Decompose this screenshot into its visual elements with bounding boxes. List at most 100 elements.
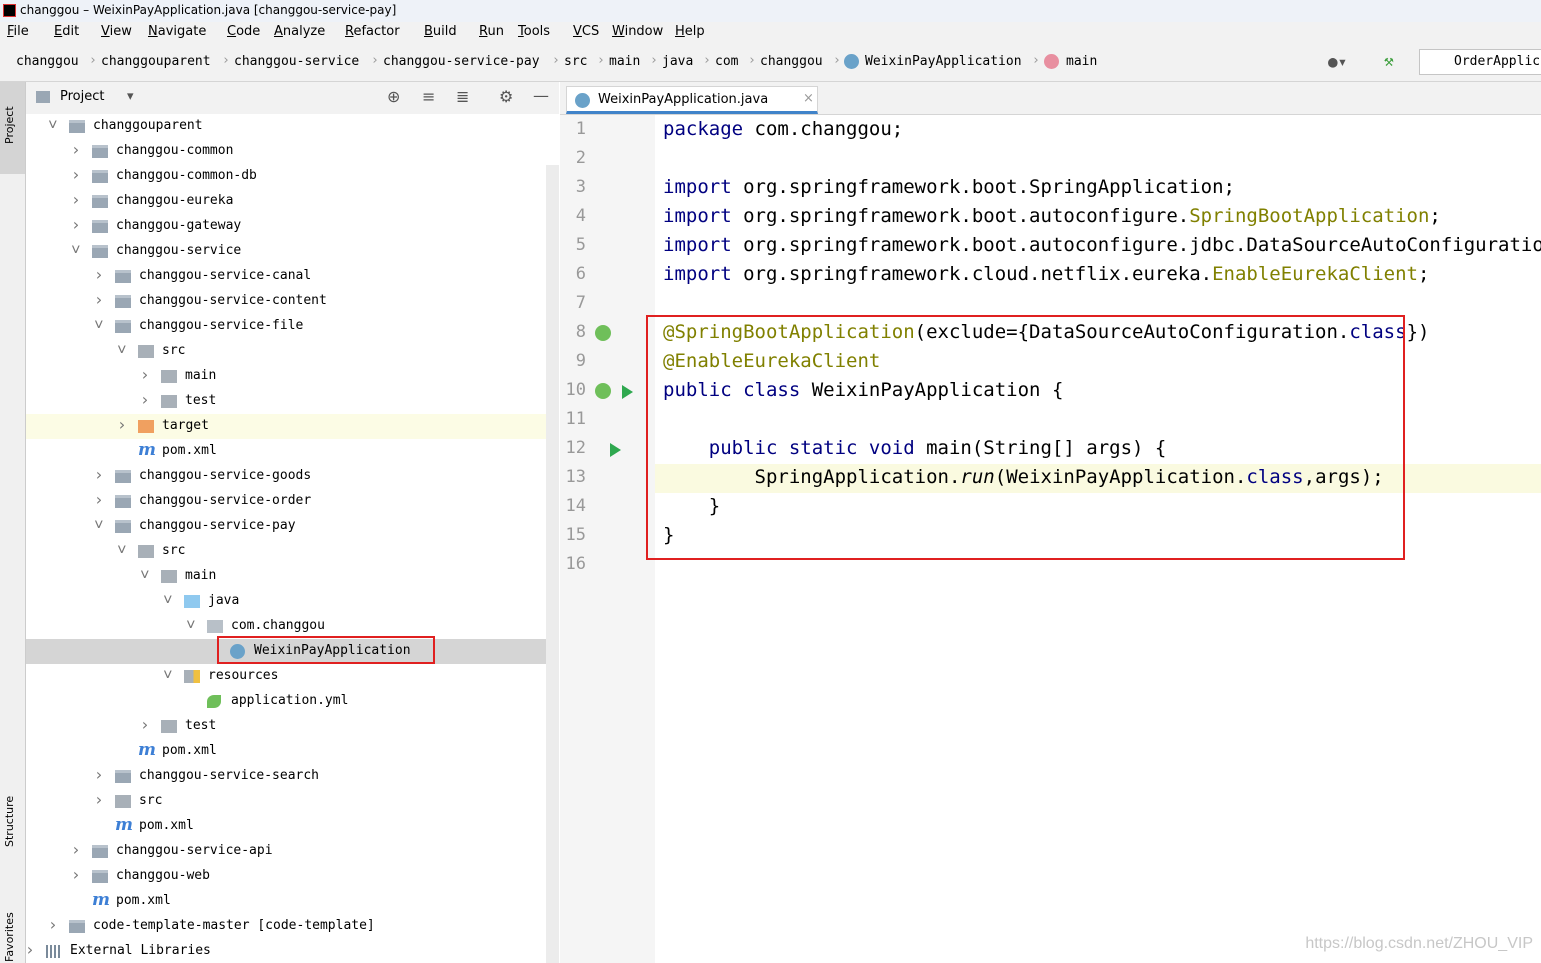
chevron-right-icon[interactable]: › (94, 290, 104, 309)
gear-icon[interactable]: ⚙ (499, 87, 513, 106)
chevron-down-icon[interactable]: ˅ (94, 315, 104, 334)
run-config-select[interactable]: OrderApplic (1419, 49, 1541, 75)
project-view-selector[interactable]: Project (60, 89, 104, 104)
tree-item[interactable]: › External Libraries (26, 939, 546, 963)
chevron-down-icon[interactable]: ▾ (127, 89, 134, 104)
breadcrumb-item[interactable]: changgou (16, 54, 79, 69)
tree-item[interactable]: ˅ src (26, 339, 546, 364)
user-icon[interactable]: ●▾ (1328, 52, 1347, 71)
tree-item[interactable]: › changgou-service-api (26, 839, 546, 864)
chevron-right-icon[interactable]: › (71, 165, 81, 184)
chevron-down-icon[interactable]: ˅ (163, 665, 173, 684)
tree-item[interactable]: ˅ main (26, 564, 546, 589)
tree-item[interactable]: › test (26, 389, 546, 414)
menu-window[interactable]: Window (612, 24, 663, 39)
tree-item[interactable]: › changgou-eureka (26, 189, 546, 214)
menu-file[interactable]: File (7, 24, 29, 39)
menu-edit[interactable]: Edit (54, 24, 79, 39)
menu-help[interactable]: Help (675, 24, 705, 39)
tree-item[interactable]: › code-template-master [code-template] (26, 914, 546, 939)
structure-tab[interactable]: Structure (3, 796, 16, 847)
breadcrumb-item[interactable]: changgouparent (101, 54, 211, 69)
close-icon[interactable]: × (803, 91, 814, 106)
chevron-right-icon[interactable]: › (26, 940, 35, 959)
chevron-right-icon[interactable]: › (71, 140, 81, 159)
spring-bean-icon[interactable] (595, 325, 611, 341)
tree-item[interactable]: › changgou-web (26, 864, 546, 889)
menu-code[interactable]: Code (227, 24, 260, 39)
breadcrumb-item[interactable]: java (662, 54, 693, 69)
locate-icon[interactable]: ⊕ (387, 87, 400, 106)
chevron-down-icon[interactable]: ˅ (186, 615, 196, 634)
tree-item[interactable]: › changgou-service-goods (26, 464, 546, 489)
tree-item[interactable]: application.yml (26, 689, 546, 714)
chevron-down-icon[interactable]: ˅ (48, 115, 58, 134)
breadcrumb-item[interactable]: changgou-service (234, 54, 359, 69)
run-icon[interactable] (622, 385, 633, 399)
tree-item[interactable]: › changgou-common-db (26, 164, 546, 189)
tree-item[interactable]: › changgou-service-search (26, 764, 546, 789)
chevron-right-icon[interactable]: › (71, 840, 81, 859)
menu-refactor[interactable]: Refactor (345, 24, 400, 39)
chevron-right-icon[interactable]: › (71, 865, 81, 884)
tree-item[interactable]: › main (26, 364, 546, 389)
chevron-right-icon[interactable]: › (94, 265, 104, 284)
spring-bean-icon[interactable] (595, 383, 611, 399)
minimize-icon[interactable]: — (533, 86, 549, 105)
chevron-right-icon[interactable]: › (140, 365, 150, 384)
tree-item[interactable]: › changgou-service-content (26, 289, 546, 314)
chevron-right-icon[interactable]: › (94, 465, 104, 484)
breadcrumb-item[interactable]: WeixinPayApplication (865, 54, 1022, 69)
menu-analyze[interactable]: Analyze (274, 24, 325, 39)
chevron-right-icon[interactable]: › (140, 715, 150, 734)
chevron-down-icon[interactable]: ˅ (71, 240, 81, 259)
chevron-down-icon[interactable]: ˅ (117, 540, 127, 559)
project-scrollbar[interactable] (546, 165, 559, 963)
breadcrumb-item[interactable]: main (609, 54, 640, 69)
tree-item[interactable]: › changgou-common (26, 139, 546, 164)
chevron-right-icon[interactable]: › (140, 390, 150, 409)
tree-item[interactable]: ˅ changgou-service-pay (26, 514, 546, 539)
menu-build[interactable]: Build (424, 24, 457, 39)
breadcrumb-item[interactable]: src (564, 54, 587, 69)
tree-item[interactable]: › target (26, 414, 559, 439)
tree-item[interactable]: › test (26, 714, 546, 739)
breadcrumb-item[interactable]: changgou (760, 54, 823, 69)
expand-all-icon[interactable]: ≡ (422, 87, 435, 106)
tree-item[interactable]: ˅ src (26, 539, 546, 564)
hammer-icon[interactable]: ⚒ (1384, 51, 1394, 70)
tree-item[interactable]: › changgou-gateway (26, 214, 546, 239)
menu-view[interactable]: View (101, 24, 132, 39)
menu-tools[interactable]: Tools (518, 24, 550, 39)
tree-item[interactable]: › src (26, 789, 546, 814)
chevron-down-icon[interactable]: ˅ (94, 515, 104, 534)
tree-item[interactable]: ˅ resources (26, 664, 546, 689)
menu-navigate[interactable]: Navigate (148, 24, 206, 39)
project-tab[interactable]: Project (0, 82, 25, 174)
tree-item[interactable]: › changgou-service-canal (26, 264, 546, 289)
chevron-down-icon[interactable]: ˅ (163, 590, 173, 609)
favorites-tab[interactable]: Favorites (3, 912, 16, 962)
tree-item[interactable]: ˅ changgou-service (26, 239, 546, 264)
chevron-right-icon[interactable]: › (117, 415, 127, 434)
tree-item[interactable]: ˅ java (26, 589, 546, 614)
tree-item[interactable]: ˅ changgouparent (26, 114, 546, 139)
chevron-right-icon[interactable]: › (94, 490, 104, 509)
chevron-right-icon[interactable]: › (94, 765, 104, 784)
chevron-right-icon[interactable]: › (94, 790, 104, 809)
chevron-right-icon[interactable]: › (48, 915, 58, 934)
chevron-down-icon[interactable]: ˅ (140, 565, 150, 584)
chevron-right-icon[interactable]: › (71, 215, 81, 234)
tree-item[interactable]: m pom.xml (26, 814, 546, 839)
editor-tab[interactable]: WeixinPayApplication.java × (566, 86, 818, 114)
chevron-right-icon[interactable]: › (71, 190, 81, 209)
breadcrumb-item[interactable]: com (715, 54, 738, 69)
menu-run[interactable]: Run (479, 24, 504, 39)
breadcrumb-item[interactable]: main (1066, 54, 1097, 69)
tree-item[interactable]: m pom.xml (26, 739, 546, 764)
tree-item[interactable]: › changgou-service-order (26, 489, 546, 514)
menu-vcs[interactable]: VCS (573, 24, 599, 39)
collapse-all-icon[interactable]: ≣ (456, 87, 469, 106)
tree-item[interactable]: m pom.xml (26, 439, 546, 464)
tree-item[interactable]: m pom.xml (26, 889, 546, 914)
